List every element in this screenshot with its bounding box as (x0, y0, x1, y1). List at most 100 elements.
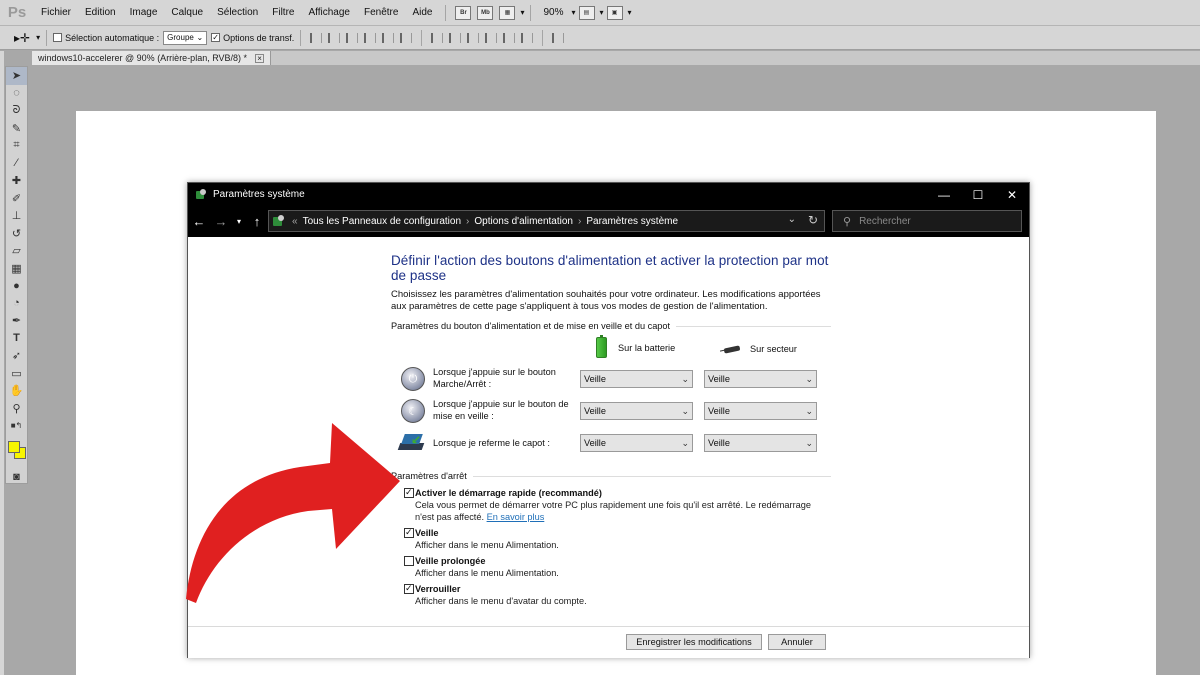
crop-tool-icon[interactable]: ⌗ (6, 137, 27, 155)
chevron-down-icon[interactable]: ▾ (628, 8, 632, 17)
dodge-tool-icon[interactable]: ◔ (6, 295, 27, 313)
path-selection-tool-icon[interactable]: ➶ (6, 347, 27, 365)
sleep-button-row-label: Lorsque j'appuie sur le bouton de mise e… (433, 399, 569, 421)
distribute-top-icon[interactable] (431, 32, 444, 43)
eyedropper-tool-icon[interactable]: ⁄ (6, 155, 27, 173)
chevron-right-icon[interactable]: › (578, 216, 581, 227)
screen-mode-button[interactable]: ▣ (606, 5, 623, 20)
transform-options-checkbox[interactable] (211, 33, 221, 42)
blur-tool-icon[interactable]: ● (6, 277, 27, 295)
breadcrumb-overflow[interactable]: « (292, 216, 298, 227)
transform-options-label: Options de transf. (223, 32, 295, 43)
menu-aide[interactable]: Aide (405, 7, 439, 18)
align-top-icon[interactable] (310, 32, 323, 43)
search-box[interactable]: ⚲ Rechercher (832, 210, 1022, 232)
refresh-icon[interactable]: ↻ (808, 213, 818, 227)
move-tool-icon[interactable]: ▸✛ (14, 31, 30, 45)
chevron-down-icon[interactable]: ⌄ (788, 214, 796, 225)
breadcrumb-item-system-settings[interactable]: Paramètres système (586, 216, 678, 227)
sleep-checkbox[interactable] (404, 527, 414, 538)
auto-select-checkbox[interactable] (53, 33, 63, 42)
foreground-color-swatch[interactable] (8, 440, 20, 453)
align-bottom-icon[interactable] (346, 32, 359, 43)
menu-filtre[interactable]: Filtre (265, 7, 301, 18)
brush-tool-icon[interactable]: ✐ (6, 190, 27, 208)
quick-selection-tool-icon[interactable]: ✎ (6, 120, 27, 138)
maximize-button[interactable]: ☐ (961, 183, 995, 206)
align-left-icon[interactable] (364, 32, 377, 43)
up-arrow-icon[interactable]: ↑ (246, 214, 268, 229)
healing-brush-tool-icon[interactable]: ✚ (6, 172, 27, 190)
distribute-hcenter-icon[interactable] (503, 32, 516, 43)
chevron-down-icon[interactable]: ▾ (600, 8, 604, 17)
shape-tool-icon[interactable]: ▭ (6, 365, 27, 383)
align-right-icon[interactable] (400, 32, 413, 43)
extras-button[interactable]: ▦ (499, 5, 516, 20)
save-changes-button[interactable]: Enregistrer les modifications (626, 634, 762, 650)
menu-fenetre[interactable]: Fenêtre (357, 7, 405, 18)
distribute-left-icon[interactable] (485, 32, 498, 43)
fast-startup-checkbox[interactable] (404, 487, 414, 498)
distribute-vcenter-icon[interactable] (449, 32, 462, 43)
align-hcenter-icon[interactable] (382, 32, 395, 43)
lasso-tool-icon[interactable]: ᘐ (6, 102, 27, 120)
address-bar[interactable]: « Tous les Panneaux de configuration › O… (268, 210, 825, 232)
hibernate-checkbox[interactable] (404, 556, 414, 566)
clone-stamp-tool-icon[interactable]: ⊥ (6, 207, 27, 225)
power-button-plugged-select[interactable]: Veille ⌄ (704, 370, 817, 388)
bridge-button[interactable]: Br (455, 5, 472, 20)
move-tool-icon[interactable]: ➤ (6, 67, 27, 85)
quick-mask-icon[interactable]: ◙ (6, 469, 27, 487)
default-colors-icon[interactable]: ■↰ (6, 417, 27, 435)
minimize-button[interactable]: — (927, 183, 961, 206)
zoom-tool-icon[interactable]: ⚲ (6, 400, 27, 418)
fast-startup-title[interactable]: Activer le démarrage rapide (recommandé) (415, 487, 831, 499)
auto-select-dropdown[interactable]: Groupe ⌄ (163, 30, 208, 45)
lock-checkbox[interactable] (404, 583, 414, 594)
marquee-tool-icon[interactable]: ◌ (6, 85, 27, 103)
window-titlebar[interactable]: Paramètres système — ☐ ✕ (188, 183, 1029, 206)
distribute-bottom-icon[interactable] (467, 32, 480, 43)
cancel-button[interactable]: Annuler (768, 634, 826, 650)
arrange-documents-button[interactable]: ▤ (578, 5, 595, 20)
breadcrumb-item-power-options[interactable]: Options d'alimentation (474, 216, 573, 227)
menu-selection[interactable]: Sélection (210, 7, 265, 18)
menu-image[interactable]: Image (123, 7, 165, 18)
back-arrow-icon[interactable]: ← (188, 214, 210, 229)
recent-locations-chevron-icon[interactable]: ▾ (232, 217, 246, 226)
sleep-title[interactable]: Veille (415, 527, 831, 539)
align-vcenter-icon[interactable] (328, 32, 341, 43)
distribute-right-icon[interactable] (521, 32, 534, 43)
breadcrumb-item-all-panels[interactable]: Tous les Panneaux de configuration (303, 216, 461, 227)
sleep-button-battery-select[interactable]: Veille ⌄ (580, 402, 693, 420)
sleep-button-plugged-select[interactable]: Veille ⌄ (704, 402, 817, 420)
type-tool-icon[interactable]: T (6, 330, 27, 348)
color-swatches[interactable] (6, 435, 27, 469)
menu-fichier[interactable]: Fichier (34, 7, 78, 18)
menu-edition[interactable]: Edition (78, 7, 123, 18)
lid-close-plugged-select[interactable]: Veille ⌄ (704, 434, 817, 452)
close-button[interactable]: ✕ (995, 183, 1029, 206)
document-tab[interactable]: windows10-accelerer @ 90% (Arrière-plan,… (32, 51, 272, 65)
hand-tool-icon[interactable]: ✋ (6, 382, 27, 400)
power-button-battery-select[interactable]: Veille ⌄ (580, 370, 693, 388)
learn-more-link[interactable]: En savoir plus (487, 512, 545, 522)
lock-title[interactable]: Verrouiller (415, 583, 831, 595)
auto-align-layers-icon[interactable] (552, 32, 565, 43)
zoom-level[interactable]: 90% (537, 7, 569, 18)
minibridge-button[interactable]: Mb (477, 5, 494, 20)
menu-affichage[interactable]: Affichage (301, 7, 357, 18)
chevron-down-icon[interactable]: ▾ (520, 8, 524, 17)
chevron-down-icon[interactable]: ▾ (572, 8, 576, 17)
eraser-tool-icon[interactable]: ▱ (6, 242, 27, 260)
menu-calque[interactable]: Calque (164, 7, 210, 18)
lid-close-battery-select[interactable]: Veille ⌄ (580, 434, 693, 452)
close-icon[interactable]: × (255, 53, 265, 63)
chevron-right-icon[interactable]: › (466, 216, 469, 227)
hibernate-title[interactable]: Veille prolongée (415, 555, 831, 567)
pen-tool-icon[interactable]: ✒ (6, 312, 27, 330)
forward-arrow-icon[interactable]: → (210, 214, 232, 229)
gradient-tool-icon[interactable]: ▦ (6, 260, 27, 278)
chevron-down-icon[interactable]: ▾ (36, 33, 40, 42)
history-brush-tool-icon[interactable]: ↺ (6, 225, 27, 243)
